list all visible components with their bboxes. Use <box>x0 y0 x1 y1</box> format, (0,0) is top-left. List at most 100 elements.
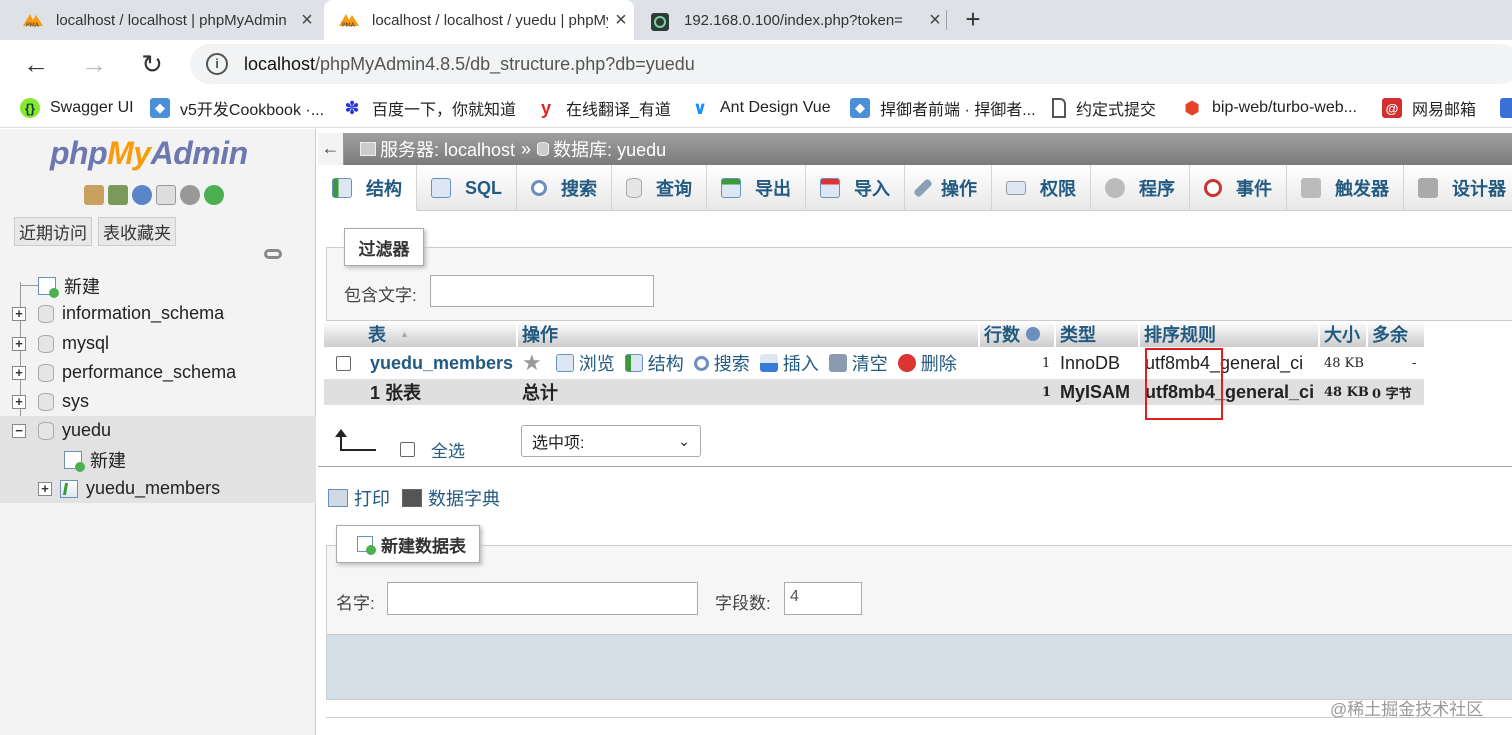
tab-routines[interactable]: 程序 <box>1091 165 1191 211</box>
new-tab-button[interactable]: + <box>958 4 988 35</box>
browser-tab[interactable]: 192.168.0.100/index.php?token= × <box>636 0 948 40</box>
select-all-checkbox[interactable] <box>400 442 415 457</box>
breadcrumb-separator: » <box>521 138 532 159</box>
collapse-nav-arrow-icon[interactable]: ← <box>318 133 344 165</box>
database-icon <box>537 142 550 156</box>
recent-button[interactable]: 近期访问 <box>14 217 92 246</box>
site-info-icon[interactable]: i <box>206 53 228 75</box>
tree-item-table[interactable]: + yuedu_members <box>0 474 316 503</box>
tree-item-new[interactable]: 新建 <box>0 271 316 300</box>
reload-icon[interactable] <box>204 185 224 205</box>
database-icon <box>38 392 54 411</box>
select-all-label[interactable]: 全选 <box>431 437 465 462</box>
print-link[interactable]: 打印 <box>328 485 390 511</box>
expand-icon[interactable]: + <box>12 394 26 409</box>
columns-count-input[interactable]: 4 <box>784 582 862 615</box>
tab-export[interactable]: 导出 <box>707 165 807 211</box>
expand-icon[interactable]: + <box>38 481 52 496</box>
bookmark-item[interactable]: 约定式提交 <box>1052 96 1156 120</box>
favorite-star-icon[interactable]: ★ <box>522 350 542 376</box>
structure-icon <box>624 354 643 372</box>
address-bar[interactable]: i localhost/phpMyAdmin4.8.5/db_structure… <box>190 44 1512 84</box>
bookmark-item[interactable]: ◆ 捍御者前端 · 捍御者... <box>850 96 1036 120</box>
expand-icon[interactable]: + <box>12 336 26 351</box>
tab-events[interactable]: 事件 <box>1190 165 1288 211</box>
reload-icon[interactable]: ↻ <box>136 48 168 80</box>
with-selected-dropdown[interactable]: 选中项: ⌄ <box>521 425 701 457</box>
link-icon[interactable] <box>264 249 282 259</box>
logout-icon[interactable] <box>108 185 128 205</box>
tab-privileges[interactable]: 权限 <box>992 165 1092 211</box>
filter-legend: 过滤器 <box>344 228 424 266</box>
tree-item-db[interactable]: + sys <box>0 387 316 416</box>
empty-action[interactable]: 清空 <box>828 350 888 376</box>
close-icon[interactable]: × <box>922 9 948 32</box>
bookmark-item[interactable]: ◆ v5开发Cookbook ·... <box>150 96 324 120</box>
tab-triggers[interactable]: 触发器 <box>1287 165 1405 211</box>
url-text[interactable]: localhost/phpMyAdmin4.8.5/db_structure.p… <box>244 54 695 75</box>
help-icon[interactable] <box>1026 327 1040 341</box>
back-arrow-icon[interactable]: ← <box>20 48 52 80</box>
table-name-input[interactable] <box>387 582 698 615</box>
close-icon[interactable]: × <box>294 9 320 32</box>
tree-item-db-selected[interactable]: − yuedu <box>0 416 316 445</box>
tab-search[interactable]: 搜索 <box>517 165 613 211</box>
row-size[interactable]: 48 KB <box>1324 347 1364 379</box>
bookmark-item[interactable]: y 在线翻译_有道 <box>536 96 671 120</box>
phpmyadmin-icon: PMA <box>338 12 360 29</box>
tab-sql[interactable]: SQL <box>417 165 518 211</box>
summary-size: 48 KB <box>1324 384 1369 400</box>
columns-label: 字段数: <box>715 594 771 613</box>
bookmark-item[interactable]: ∨ Ant Design Vue <box>690 96 831 120</box>
tree-item-new-table[interactable]: 新建 <box>0 445 316 474</box>
tree-item-db[interactable]: + performance_schema <box>0 358 316 387</box>
help-icon[interactable] <box>132 185 152 205</box>
forward-arrow-icon[interactable]: → <box>78 48 110 80</box>
docs-icon[interactable] <box>156 185 176 205</box>
row-checkbox[interactable] <box>336 347 351 379</box>
structure-action[interactable]: 结构 <box>624 350 684 376</box>
tree-item-db[interactable]: + mysql <box>0 329 316 358</box>
sql-icon <box>431 178 451 198</box>
favorites-button[interactable]: 表收藏夹 <box>98 217 176 246</box>
summary-total: 总计 <box>522 383 558 403</box>
home-icon[interactable] <box>84 185 104 205</box>
collapse-icon[interactable]: − <box>12 423 26 438</box>
tree-item-db[interactable]: + information_schema <box>0 299 316 328</box>
header-type[interactable]: 类型 <box>1056 321 1138 347</box>
header-table[interactable]: 表 ▲ <box>324 321 516 347</box>
close-icon[interactable]: × <box>608 9 634 32</box>
tab-query[interactable]: 查询 <box>612 165 708 211</box>
summary-count: 1 张表 <box>370 383 422 403</box>
browse-action[interactable]: 浏览 <box>555 350 615 376</box>
bookmark-item[interactable]: ⬢ bip-web/turbo-web... <box>1182 96 1357 120</box>
tab-import[interactable]: 导入 <box>806 165 906 211</box>
bookmark-item[interactable]: {} Swagger UI <box>20 96 134 120</box>
browser-tab-active[interactable]: PMA localhost / localhost / yuedu | phpM… <box>324 0 634 40</box>
bookmark-item[interactable]: ✽ 百度一下，你就知道 <box>342 96 516 120</box>
drop-action[interactable]: 删除 <box>897 350 957 376</box>
tab-structure[interactable]: 结构 <box>318 165 417 211</box>
table-name-link[interactable]: yuedu_members <box>370 347 513 379</box>
data-dictionary-link[interactable]: 数据字典 <box>402 485 500 511</box>
browser-tab[interactable]: PMA localhost / localhost | phpMyAdmin × <box>0 0 320 40</box>
designer-icon <box>1418 178 1439 198</box>
header-collation[interactable]: 排序规则 <box>1140 321 1318 347</box>
tab-operations[interactable]: 操作 <box>905 165 993 211</box>
filter-input[interactable] <box>430 275 654 307</box>
bookmark-item[interactable] <box>1500 96 1512 120</box>
expand-icon[interactable]: + <box>12 365 26 380</box>
search-action[interactable]: 搜索 <box>693 350 750 376</box>
tab-designer[interactable]: 设计器 <box>1404 165 1512 211</box>
phpmyadmin-logo[interactable]: phpMyAdmin <box>50 135 248 172</box>
insert-action[interactable]: 插入 <box>759 350 819 376</box>
header-size[interactable]: 大小 <box>1320 321 1366 347</box>
header-overhead[interactable]: 多余 <box>1368 321 1424 347</box>
breadcrumb-db[interactable]: 数据库: yuedu <box>553 136 666 162</box>
header-rows[interactable]: 行数 <box>980 321 1054 347</box>
expand-icon[interactable]: + <box>12 306 26 321</box>
select-all[interactable]: 全选 <box>400 437 465 462</box>
bookmark-item[interactable]: @ 网易邮箱 <box>1382 96 1476 120</box>
gear-icon[interactable] <box>180 185 200 205</box>
breadcrumb-server[interactable]: 服务器: localhost <box>380 136 515 162</box>
